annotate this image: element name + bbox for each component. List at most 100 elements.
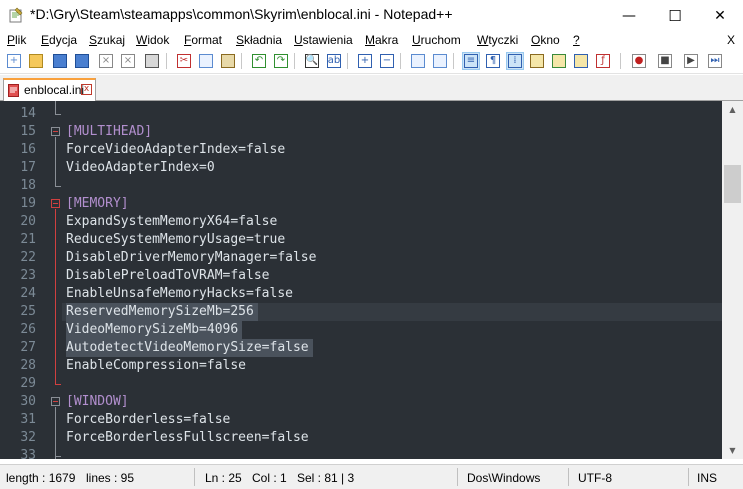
folder-workspace-button[interactable]: ƒ — [594, 52, 612, 70]
zoom-in-icon: + — [358, 54, 372, 68]
word-wrap-button[interactable]: ≡ — [462, 52, 480, 70]
line-number: 18 — [20, 178, 36, 193]
maximize-button[interactable]: ☐ — [652, 0, 698, 31]
editor-line[interactable]: 22 DisableDriverMemoryManager=false — [0, 249, 722, 267]
undo-button[interactable]: ↶ — [250, 52, 268, 70]
stop-record-button[interactable]: ■ — [656, 52, 674, 70]
editor-line[interactable]: 28 EnableCompression=false — [0, 357, 722, 375]
status-encoding[interactable]: UTF-8 — [578, 471, 612, 485]
editor-line[interactable]: 25 ReservedMemorySizeMb=256 — [0, 303, 722, 321]
editor-line[interactable]: 18 — [0, 177, 722, 195]
title-bar: *D:\Gry\Steam\steamapps\common\Skyrim\en… — [0, 0, 743, 31]
unsaved-file-icon — [8, 84, 19, 97]
open-file-button[interactable] — [27, 52, 45, 70]
editor-line[interactable]: 30 [WINDOW] — [0, 393, 722, 411]
line-number: 30 — [20, 394, 36, 409]
replace-button[interactable]: ab — [325, 52, 343, 70]
udl-button[interactable] — [528, 52, 546, 70]
tab-close-icon[interactable]: x — [81, 84, 92, 95]
fold-toggle-icon[interactable] — [51, 397, 60, 406]
show-all-chars-button[interactable]: ¶ — [484, 52, 502, 70]
zoom-out-button[interactable]: − — [378, 52, 396, 70]
scrollbar-thumb[interactable] — [724, 165, 741, 203]
vertical-scrollbar[interactable]: ▲ ▼ — [722, 101, 743, 459]
redo-button[interactable]: ↷ — [272, 52, 290, 70]
line-number: 31 — [20, 412, 36, 427]
paste-icon — [221, 54, 235, 68]
doc-map-button[interactable] — [550, 52, 568, 70]
close-icon: ✕ — [714, 7, 726, 24]
close-window-button[interactable]: ✕ — [697, 0, 743, 31]
run-macro-multiple-button[interactable]: ⏭ — [706, 52, 724, 70]
menu-wtyczki[interactable]: Wtyczki — [477, 33, 518, 47]
function-list-icon — [574, 54, 588, 68]
sync-h-button[interactable] — [431, 52, 449, 70]
print-button[interactable] — [143, 52, 161, 70]
menu-format[interactable]: Format — [184, 33, 222, 47]
find-button[interactable]: 🔍 — [303, 52, 321, 70]
editor-line[interactable]: 15 [MULTIHEAD] — [0, 123, 722, 141]
line-number: 25 — [20, 304, 36, 319]
indent-guide-button[interactable]: ⁞ — [506, 52, 524, 70]
status-insert-mode[interactable]: INS — [697, 471, 717, 485]
status-column: Col : 1 — [252, 471, 287, 485]
function-list-button[interactable] — [572, 52, 590, 70]
menu-widok[interactable]: Widok — [136, 33, 169, 47]
editor-line[interactable]: 19 [MEMORY] — [0, 195, 722, 213]
menu-makra[interactable]: Makra — [365, 33, 398, 47]
close-all-icon: × — [121, 54, 135, 68]
line-number: 16 — [20, 142, 36, 157]
editor-line[interactable]: 24 EnableUnsafeMemoryHacks=false — [0, 285, 722, 303]
minimize-button[interactable]: — — [606, 0, 652, 31]
status-eol-format[interactable]: Dos\Windows — [467, 471, 540, 485]
line-number: 14 — [20, 106, 36, 121]
editor-line[interactable]: 16 ForceVideoAdapterIndex=false — [0, 141, 722, 159]
menu-okno[interactable]: Okno — [531, 33, 560, 47]
fold-toggle-icon[interactable] — [51, 127, 60, 136]
copy-button[interactable] — [197, 52, 215, 70]
text-editor[interactable]: 14 15 [MULTIHEAD] 16 ForceVideoAdapterIndex=… — [0, 101, 722, 459]
open-file-icon — [29, 54, 43, 68]
menu-składnia[interactable]: Składnia — [236, 33, 282, 47]
ini-line-text: EnableCompression=false — [66, 358, 247, 373]
editor-line[interactable]: 33 — [0, 447, 722, 459]
close-icon: × — [99, 54, 113, 68]
menu-help[interactable]: ? — [573, 33, 580, 47]
record-macro-button[interactable]: ● — [630, 52, 648, 70]
menu-szukaj[interactable]: Szukaj — [89, 33, 125, 47]
menu-ustawienia[interactable]: Ustawienia — [294, 33, 353, 47]
editor-line[interactable]: 14 — [0, 105, 722, 123]
play-macro-button[interactable]: ▶ — [682, 52, 700, 70]
editor-line[interactable]: 29 — [0, 375, 722, 393]
status-line-number: Ln : 25 — [205, 471, 242, 485]
close-button[interactable]: × — [97, 52, 115, 70]
close-document-button[interactable]: X — [727, 33, 735, 47]
paste-button[interactable] — [219, 52, 237, 70]
editor-line[interactable]: 27 AutodetectVideoMemorySize=false — [0, 339, 722, 357]
editor-line[interactable]: 20 ExpandSystemMemoryX64=false — [0, 213, 722, 231]
close-all-button[interactable]: × — [119, 52, 137, 70]
ini-section-header: [MEMORY] — [66, 196, 129, 211]
fold-toggle-icon[interactable] — [51, 199, 60, 208]
new-file-button[interactable]: + — [5, 52, 23, 70]
stop-record-icon: ■ — [658, 54, 672, 68]
sync-v-button[interactable] — [409, 52, 427, 70]
editor-line[interactable]: 23 DisablePreloadToVRAM=false — [0, 267, 722, 285]
save-all-button[interactable] — [73, 52, 91, 70]
save-button[interactable] — [51, 52, 69, 70]
scroll-down-icon[interactable]: ▼ — [722, 442, 743, 459]
scroll-up-icon[interactable]: ▲ — [722, 101, 743, 118]
editor-line[interactable]: 32 ForceBorderlessFullscreen=false — [0, 429, 722, 447]
editor-line[interactable]: 31 ForceBorderless=false — [0, 411, 722, 429]
editor-line[interactable]: 21 ReduceSystemMemoryUsage=true — [0, 231, 722, 249]
indent-guide-icon: ⁞ — [508, 54, 522, 68]
menu-uruchom[interactable]: Uruchom — [412, 33, 461, 47]
menu-plik[interactable]: Plik — [7, 33, 26, 47]
zoom-in-button[interactable]: + — [356, 52, 374, 70]
editor-line[interactable]: 26 VideoMemorySizeMb=4096 — [0, 321, 722, 339]
cut-button[interactable]: ✂ — [175, 52, 193, 70]
tab-enblocal-ini[interactable]: enblocal.ini x — [3, 78, 96, 101]
editor-line[interactable]: 17 VideoAdapterIndex=0 — [0, 159, 722, 177]
menu-edycja[interactable]: Edycja — [41, 33, 77, 47]
ini-line-text: ForceVideoAdapterIndex=false — [66, 142, 286, 157]
